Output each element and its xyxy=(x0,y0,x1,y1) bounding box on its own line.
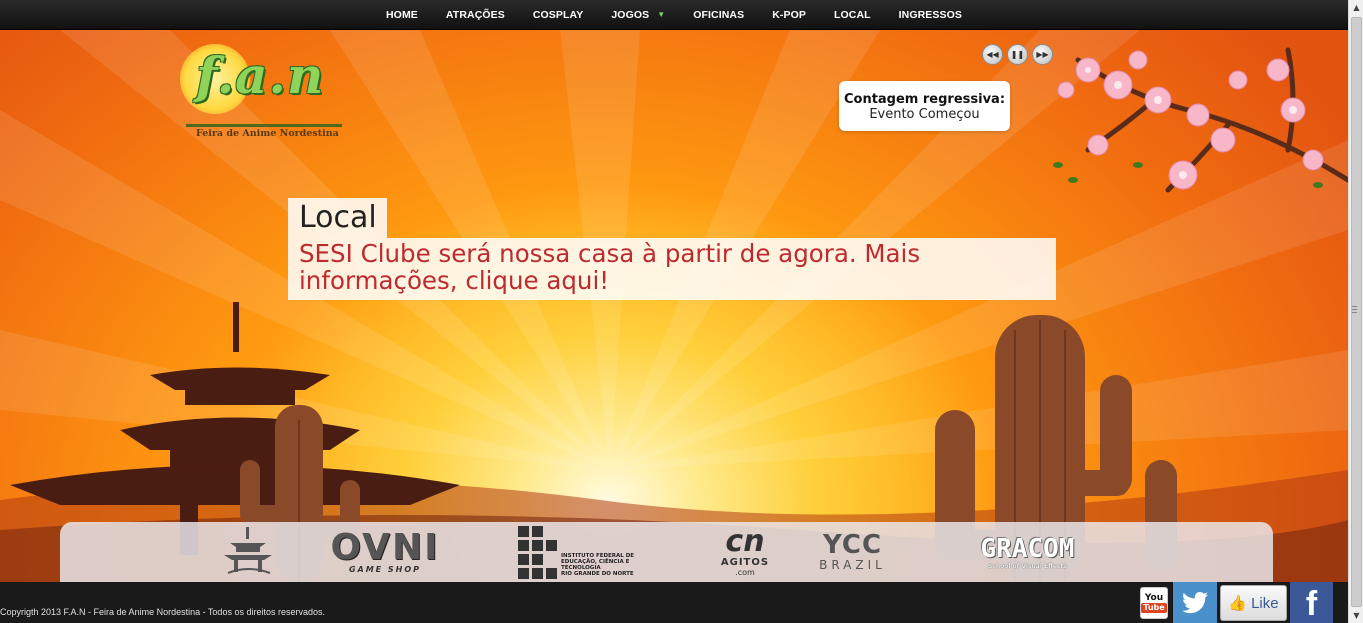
gracom-name: GRACOM xyxy=(980,533,1075,564)
scroll-up-icon[interactable]: ▲ xyxy=(1349,0,1363,15)
nav-item-atracoes[interactable]: ATRAÇÕES xyxy=(432,0,519,30)
thumbs-up-icon: 👍 xyxy=(1228,595,1248,612)
pagoda-icon xyxy=(224,527,272,574)
nav-item-kpop[interactable]: K-POP xyxy=(758,0,820,30)
nav-item-ingressos[interactable]: INGRESSOS xyxy=(885,0,976,30)
sponsor-ovni-tagline: GAME SHOP xyxy=(348,564,422,574)
nav-item-local[interactable]: LOCAL xyxy=(820,0,885,30)
facebook-like-button[interactable]: 👍 Like xyxy=(1220,585,1287,621)
sponsor-pagoda-logo[interactable] xyxy=(218,522,278,582)
nav-label: OFICINAS xyxy=(693,8,745,21)
scroll-down-icon[interactable]: ▼ xyxy=(1349,608,1363,623)
logo-underline xyxy=(186,124,342,127)
logo-wordmark: f.a.n xyxy=(196,46,325,105)
agitos-name: AGITOS xyxy=(720,557,770,568)
footer: Copyrigth 2013 F.A.N - Feira de Anime No… xyxy=(0,582,1348,623)
youtube-tube: Tube xyxy=(1141,603,1167,613)
logo-subtitle: Feira de Anime Nordestina xyxy=(196,128,339,139)
nav-item-home[interactable]: HOME xyxy=(372,0,432,30)
ifrn-line: EDUCAÇÃO, CIÊNCIA E TECNOLOGIA xyxy=(561,559,630,571)
next-icon[interactable]: ▶▶ xyxy=(1032,44,1053,65)
sponsor-ovni[interactable]: OVNI GAME SHOP xyxy=(310,522,460,582)
site-logo[interactable]: f.a.n Feira de Anime Nordestina xyxy=(178,44,348,144)
vertical-scrollbar[interactable]: ▲ ▼ xyxy=(1348,0,1363,623)
sponsor-ycc[interactable]: YCC BRAZIL xyxy=(815,522,890,582)
youtube-icon[interactable]: You Tube xyxy=(1140,587,1168,619)
copyright-text: Copyrigth 2013 F.A.N - Feira de Anime No… xyxy=(0,607,325,617)
countdown-label: Contagem regressiva: xyxy=(843,92,1006,107)
slide-description-link[interactable]: SESI Clube será nossa casa à partir de a… xyxy=(288,238,1056,300)
scroll-grip-icon xyxy=(1352,306,1357,313)
slide-title: Local xyxy=(288,198,387,238)
twitter-icon[interactable] xyxy=(1173,582,1217,623)
nav-item-oficinas[interactable]: OFICINAS xyxy=(679,0,758,30)
pause-icon[interactable]: ❚❚ xyxy=(1007,44,1028,65)
ifrn-line: RIO GRANDE DO NORTE xyxy=(561,571,634,577)
nav-label: LOCAL xyxy=(833,8,871,21)
ifrn-grid-icon xyxy=(518,525,557,579)
agitos-mark: cn xyxy=(725,524,765,559)
youtube-you: You xyxy=(1144,593,1164,603)
nav-label: K-POP xyxy=(772,8,806,21)
sponsor-ifrn-text: INSTITUTO FEDERAL DE EDUCAÇÃO, CIÊNCIA E… xyxy=(561,553,668,577)
nav-label: JOGOS xyxy=(611,8,650,21)
nav-item-jogos[interactable]: JOGOS ▼ xyxy=(597,0,679,30)
social-links: You Tube 👍 Like f xyxy=(1140,582,1333,623)
ycc-name: YCC xyxy=(822,530,883,560)
prev-icon[interactable]: ◀◀ xyxy=(982,44,1003,65)
facebook-icon[interactable]: f xyxy=(1290,582,1333,623)
nav-label: INGRESSOS xyxy=(898,8,962,21)
slider-controls: ◀◀ ❚❚ ▶▶ xyxy=(982,44,1053,65)
twitter-bird-icon xyxy=(1182,591,1208,613)
ycc-sub: BRAZIL xyxy=(819,558,886,572)
main-nav: HOME ATRAÇÕES COSPLAY JOGOS ▼ OFICINAS K-… xyxy=(0,0,1348,30)
countdown-value: Evento Começou xyxy=(869,107,980,122)
sponsor-agitos[interactable]: cn AGITOS .com xyxy=(710,522,780,582)
nav-label: HOME xyxy=(386,8,418,21)
countdown-box: Contagem regressiva: Evento Começou xyxy=(839,81,1010,131)
gracom-tagline: School of Visual Effects xyxy=(987,562,1068,570)
sponsor-gracom[interactable]: GRACOM School of Visual Effects xyxy=(965,522,1090,582)
chevron-down-icon: ▼ xyxy=(657,9,666,19)
nav-item-cosplay[interactable]: COSPLAY xyxy=(519,0,598,30)
nav-label: COSPLAY xyxy=(532,8,584,21)
sponsor-ifrn[interactable]: INSTITUTO FEDERAL DE EDUCAÇÃO, CIÊNCIA E… xyxy=(518,522,668,582)
sponsor-ovni-name: OVNI xyxy=(330,526,440,568)
sponsors-bar: OVNI GAME SHOP INSTITUTO FEDERAL DE EDUC… xyxy=(60,522,1273,582)
like-label: Like xyxy=(1251,594,1279,612)
nav-label: ATRAÇÕES xyxy=(445,8,505,21)
facebook-glyph: f xyxy=(1305,585,1318,623)
agitos-suffix: .com xyxy=(735,568,755,577)
